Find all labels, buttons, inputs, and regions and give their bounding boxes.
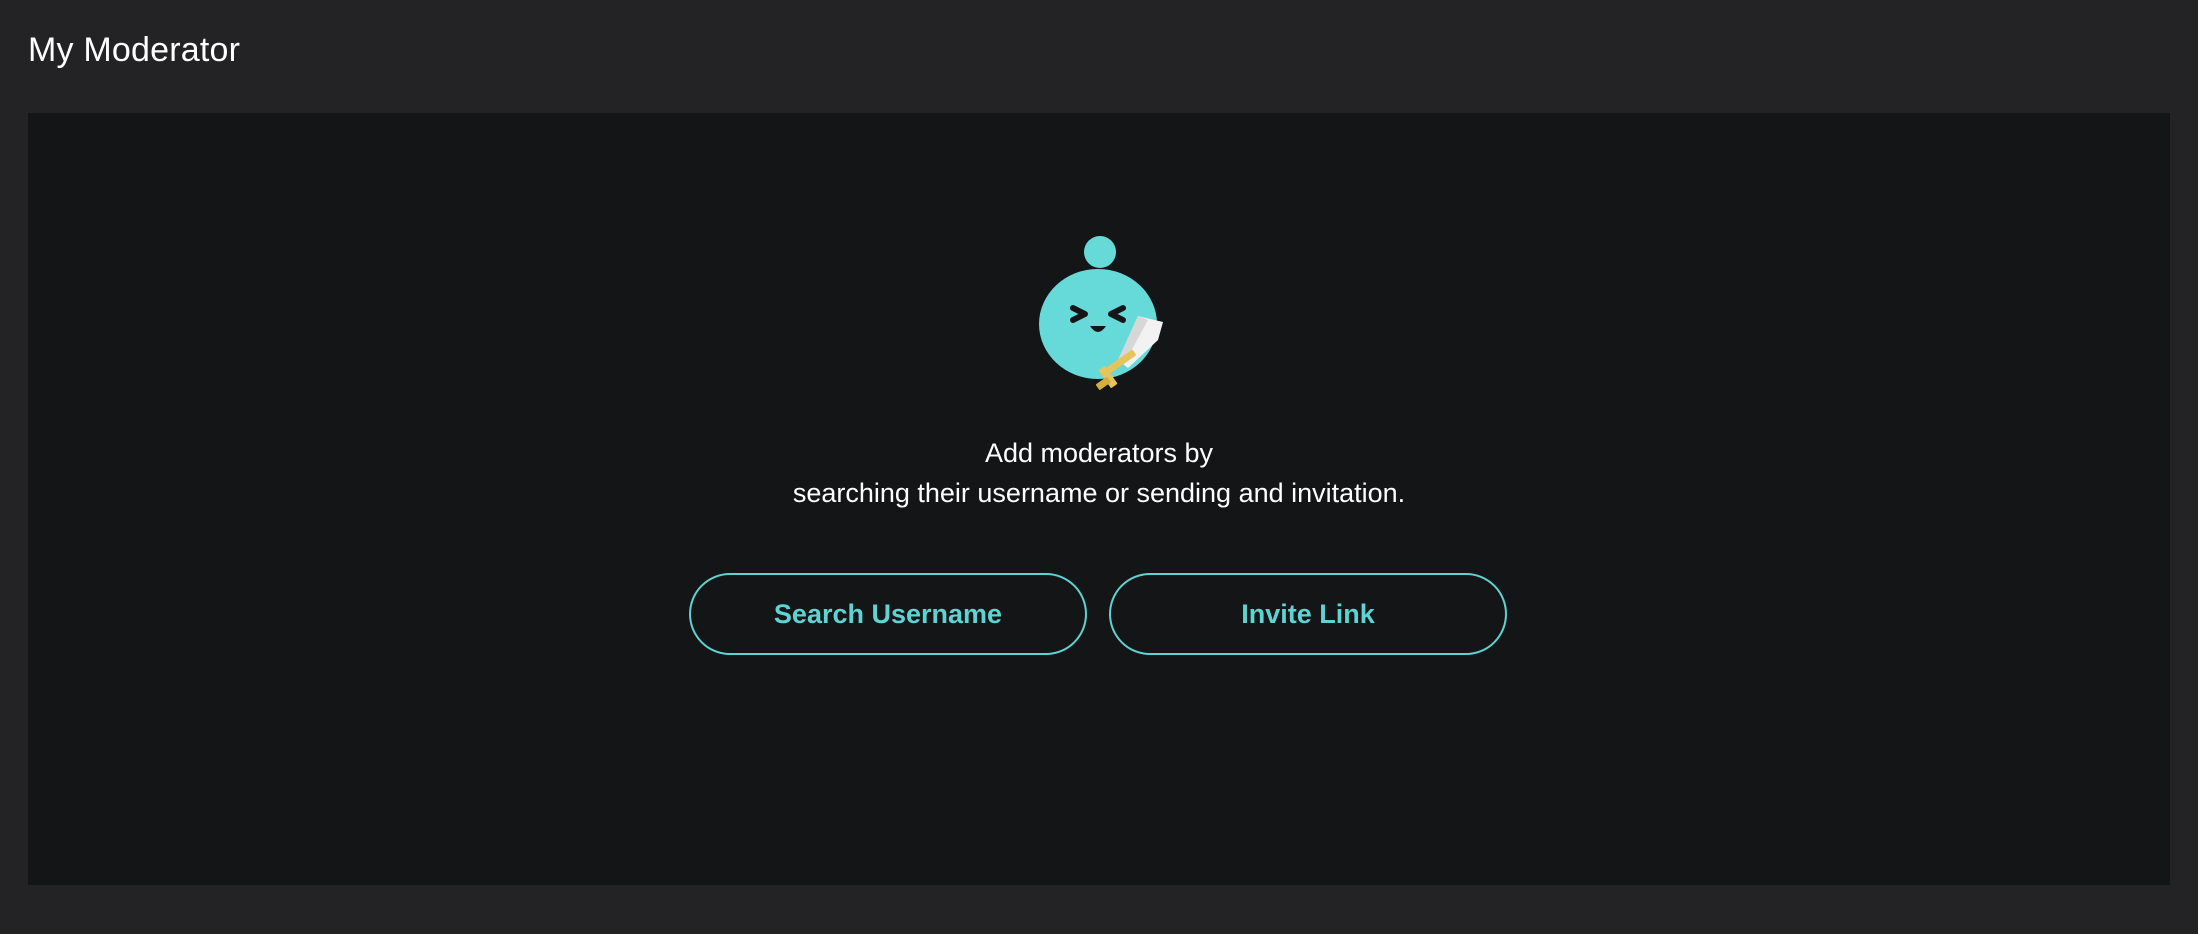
page: My Moderator Add moderators by searching… [0,0,2198,934]
empty-state-message: Add moderators by searching their userna… [0,433,2198,513]
empty-state-message-line2: searching their username or sending and … [792,478,1406,508]
search-username-button[interactable]: Search Username [689,573,1087,655]
empty-state-message-line1: Add moderators by [984,438,1214,468]
page-title: My Moderator [28,31,241,69]
moderator-mascot-with-sword-icon [1039,236,1163,390]
invite-link-button[interactable]: Invite Link [1109,573,1507,655]
